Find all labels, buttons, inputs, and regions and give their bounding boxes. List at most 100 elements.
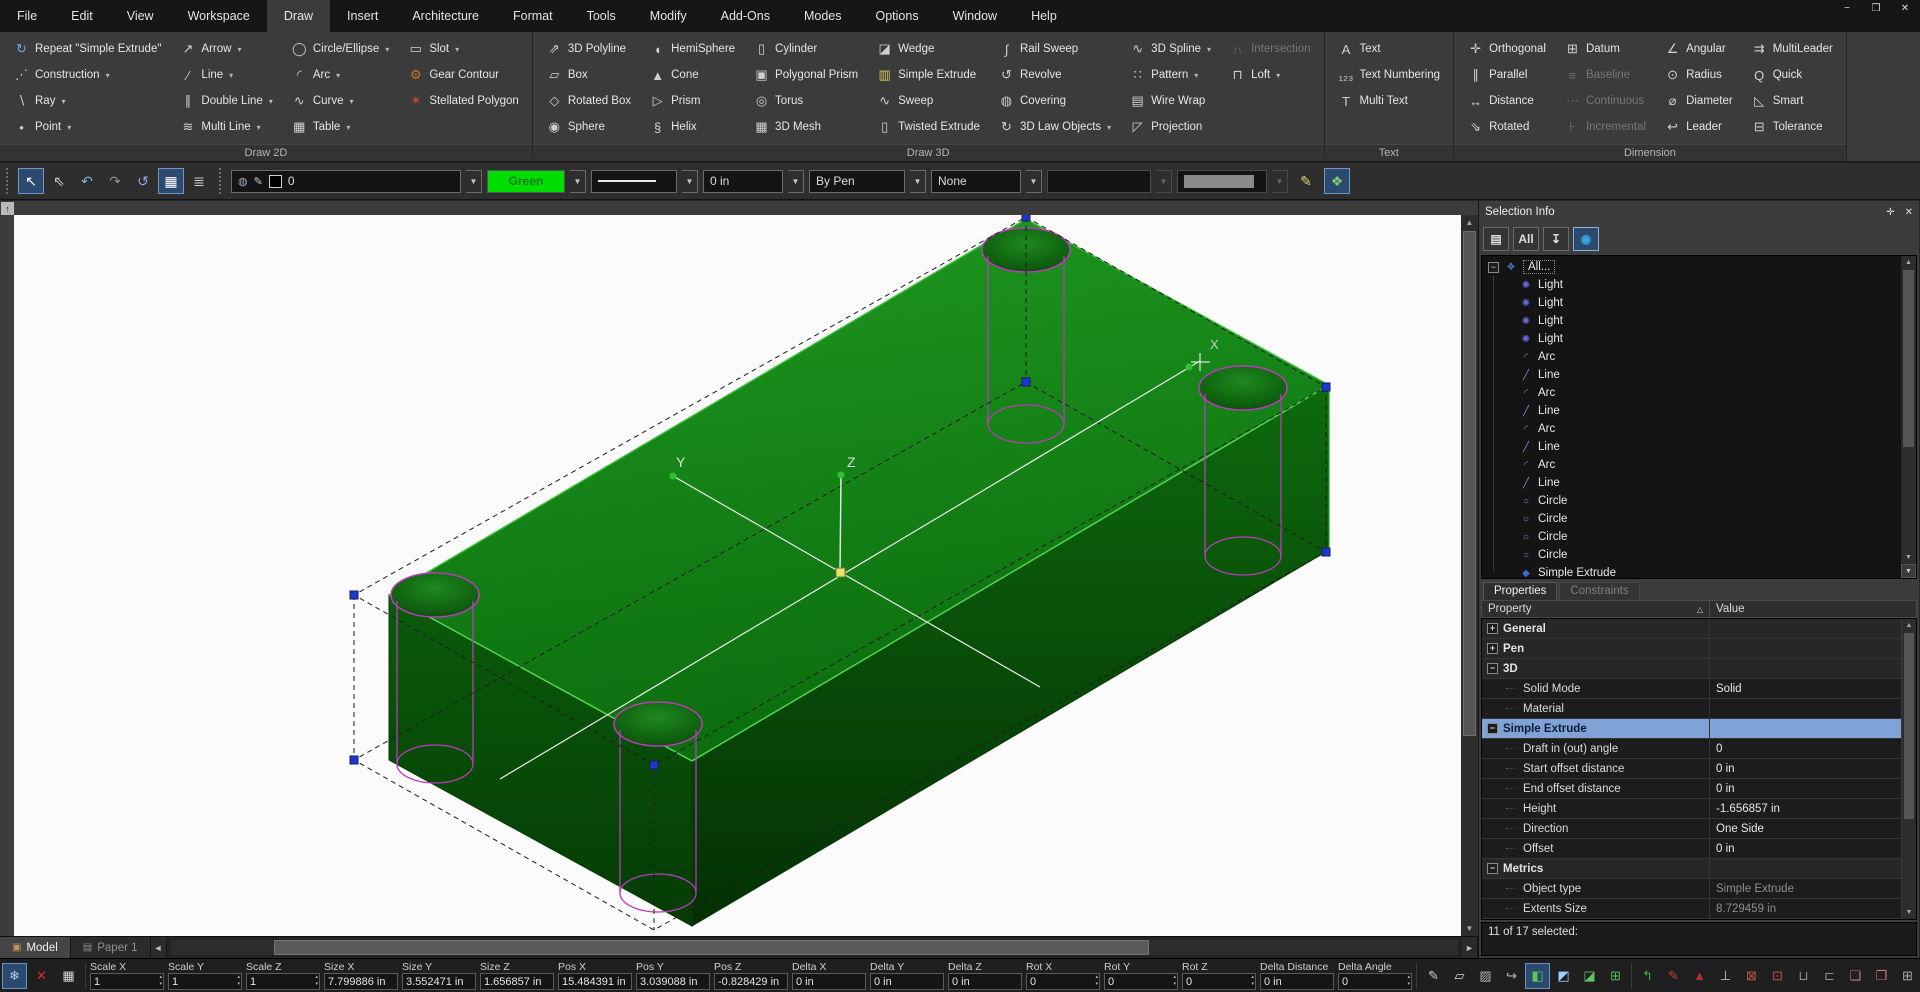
pen-pattern-dropdown-arrow[interactable]: ▼ (910, 170, 926, 193)
collapse-icon[interactable]: − (1487, 723, 1498, 734)
line-width-dropdown-arrow[interactable]: ▼ (788, 170, 804, 193)
tree-item-arc[interactable]: ◜Arc (1482, 420, 1916, 438)
menu-help[interactable]: Help (1014, 0, 1074, 32)
grid-scroll-up[interactable]: ▲ (1902, 619, 1916, 632)
ribbon-item-incremental[interactable]: ⊦Incremental (1557, 114, 1653, 140)
ribbon-item-revolve[interactable]: ↺Revolve (991, 62, 1118, 88)
expand-icon[interactable]: + (1487, 623, 1498, 634)
property-row-start-offset-distance[interactable]: Start offset distance0 in (1482, 759, 1916, 779)
squares-back-icon[interactable]: ❐ (1869, 963, 1894, 989)
menu-tools[interactable]: Tools (570, 0, 633, 32)
ribbon-item-quick[interactable]: QQuick (1744, 62, 1840, 88)
hatch-dropdown-arrow[interactable]: ▼ (1026, 170, 1042, 193)
ribbon-item-continuous[interactable]: ⋯Continuous (1557, 88, 1653, 114)
layer-dropdown-arrow[interactable]: ▼ (466, 170, 482, 193)
facet-outline-icon[interactable]: ◩ (1551, 963, 1576, 989)
tree-item-circle[interactable]: ○Circle (1482, 528, 1916, 546)
field-input-rot-z[interactable]: 0 (1182, 973, 1256, 990)
model-view[interactable]: Y Z X (14, 215, 1461, 936)
tree-item-line[interactable]: ╱Line (1482, 402, 1916, 420)
highlight-eye-button[interactable]: ◉ (1573, 227, 1599, 251)
redo-button[interactable]: ↷ (102, 168, 128, 194)
tab-scroll-left-button[interactable]: ◄ (151, 937, 167, 958)
squares-front-icon[interactable]: ❏ (1843, 963, 1868, 989)
property-row-simple-extrude[interactable]: −Simple Extrude (1482, 719, 1916, 739)
ribbon-item-cylinder[interactable]: ▯Cylinder (746, 36, 865, 62)
field-input-rot-x[interactable]: 0 (1026, 973, 1100, 990)
tree-item-arc[interactable]: ◜Arc (1482, 348, 1916, 366)
ribbon-item-projection[interactable]: ◸Projection (1122, 114, 1218, 140)
ribbon-item-pattern[interactable]: ∷Pattern▾ (1122, 62, 1218, 88)
field-input-delta-z[interactable]: 0 in (948, 973, 1022, 990)
menu-insert[interactable]: Insert (330, 0, 395, 32)
menu-edit[interactable]: Edit (54, 0, 110, 32)
property-row-extents-size[interactable]: Extents Size8.729459 in (1482, 899, 1916, 919)
ribbon-item-wedge[interactable]: ◪Wedge (869, 36, 987, 62)
property-value[interactable]: Simple Extrude (1716, 883, 1794, 895)
render-facet-icon[interactable]: ◧ (1525, 963, 1550, 989)
ribbon-item-circle-ellipse[interactable]: ◯Circle/Ellipse▾ (284, 36, 396, 62)
ribbon-item-radius[interactable]: ⊙Radius (1657, 62, 1740, 88)
tree-item-circle[interactable]: ○Circle (1482, 510, 1916, 528)
collapse-icon[interactable]: − (1488, 262, 1499, 273)
horizontal-scroll-thumb[interactable] (274, 940, 1149, 955)
snap-palette-icon[interactable]: ❄ (2, 963, 27, 989)
ribbon-item-smart[interactable]: ◺Smart (1744, 88, 1840, 114)
close-icon[interactable]: ✕ (1905, 207, 1913, 218)
menu-file[interactable]: File (0, 0, 54, 32)
color-dropdown-arrow[interactable]: ▼ (570, 170, 586, 193)
ribbon-item-multileader[interactable]: ⇉MultiLeader (1744, 36, 1840, 62)
minimize-button[interactable]: − (1840, 3, 1854, 14)
expand-icon[interactable]: + (1487, 643, 1498, 654)
frame-open-icon[interactable]: ⊔ (1791, 963, 1816, 989)
menu-draw[interactable]: Draw (267, 0, 330, 32)
ribbon-item-polygonal-prism[interactable]: ▣Polygonal Prism (746, 62, 865, 88)
ribbon-item-double-line[interactable]: ∥Double Line▾ (172, 88, 279, 114)
property-row-object-type[interactable]: Object typeSimple Extrude (1482, 879, 1916, 899)
ribbon-item-rail-sweep[interactable]: ∫Rail Sweep (991, 36, 1118, 62)
tree-item-circle[interactable]: ○Circle (1482, 546, 1916, 564)
ribbon-item-tolerance[interactable]: ⊟Tolerance (1744, 114, 1840, 140)
ribbon-item-sweep[interactable]: ∿Sweep (869, 88, 987, 114)
property-value[interactable]: 0 in (1716, 843, 1735, 855)
menu-add-ons[interactable]: Add-Ons (704, 0, 787, 32)
ribbon-item-3d-polyline[interactable]: ⇗3D Polyline (539, 36, 638, 62)
collapse-icon[interactable]: − (1487, 663, 1498, 674)
field-input-scale-x[interactable]: 1 (90, 973, 164, 990)
stamp-tool-icon[interactable]: ⊥ (1713, 963, 1738, 989)
menu-window[interactable]: Window (936, 0, 1014, 32)
menu-view[interactable]: View (110, 0, 171, 32)
ribbon-item-cone[interactable]: ▲Cone (642, 62, 742, 88)
property-value[interactable]: Solid (1716, 683, 1742, 695)
ribbon-item-loft[interactable]: ⊓Loft▾ (1222, 62, 1317, 88)
property-row-draft-in-out-angle[interactable]: Draft in (out) angle0 (1482, 739, 1916, 759)
tab-model[interactable]: ▣ Model (0, 937, 71, 958)
property-value[interactable]: 0 in (1716, 783, 1735, 795)
field-input-pos-x[interactable]: 15.484391 in (558, 973, 632, 990)
grid-scroll-down[interactable]: ▼ (1902, 906, 1916, 919)
collapse-icon[interactable]: − (1487, 863, 1498, 874)
property-value[interactable]: One Side (1716, 823, 1764, 835)
field-input-delta-distance[interactable]: 0 in (1260, 973, 1334, 990)
field-input-size-z[interactable]: 1.656857 in (480, 973, 554, 990)
tree-item-light[interactable]: ✺Light (1482, 294, 1916, 312)
ribbon-item-rotated[interactable]: ⇘Rotated (1460, 114, 1553, 140)
layers-button[interactable]: ≣ (186, 168, 212, 194)
grid-scrollbar[interactable]: ▲ ▼ (1901, 619, 1916, 919)
frame-edit-icon[interactable]: ⊏ (1817, 963, 1842, 989)
property-value[interactable]: 0 in (1716, 763, 1735, 775)
property-row-direction[interactable]: DirectionOne Side (1482, 819, 1916, 839)
scroll-up-arrow[interactable]: ▲ (1461, 215, 1478, 230)
field-input-delta-y[interactable]: 0 in (870, 973, 944, 990)
line-width-combo[interactable]: 0 in (703, 170, 783, 193)
close-button[interactable]: ✕ (1898, 3, 1912, 14)
vertical-scrollbar[interactable]: ▲ ▼ (1461, 215, 1478, 936)
select-return-icon[interactable]: ↰ (1635, 963, 1660, 989)
ribbon-item-line[interactable]: ∕Line▾ (172, 62, 279, 88)
field-input-rot-y[interactable]: 0 (1104, 973, 1178, 990)
toolbar-grip[interactable] (6, 168, 11, 194)
field-input-scale-y[interactable]: 1 (168, 973, 242, 990)
ribbon-item-gear-contour[interactable]: ⚙Gear Contour (400, 62, 526, 88)
report-view-button[interactable]: ▤ (1483, 227, 1509, 251)
pen-3d-icon[interactable]: ✎ (1421, 963, 1446, 989)
